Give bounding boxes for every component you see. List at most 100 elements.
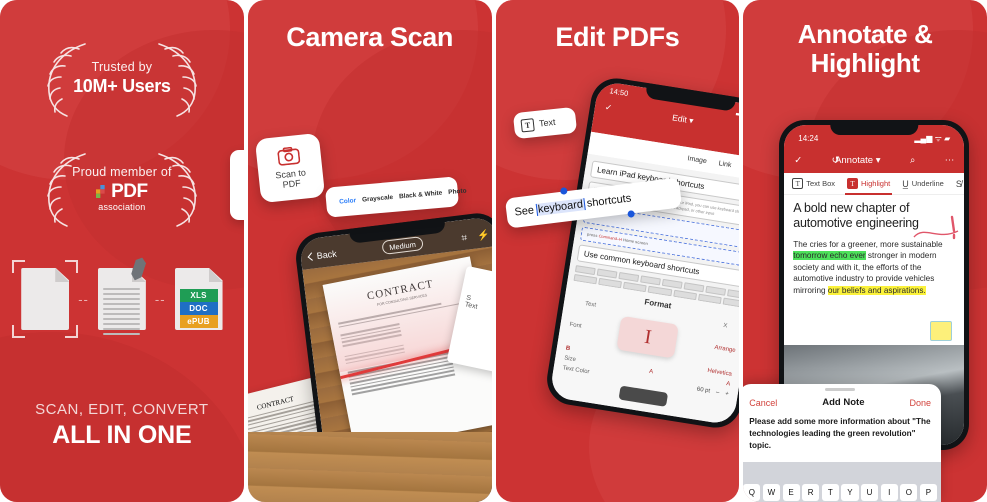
text-tool-label: Text: [538, 116, 556, 129]
scan-document-icon: [12, 260, 79, 338]
color-mode-photo[interactable]: Photo: [448, 187, 467, 196]
nav-title[interactable]: Annotate ▾: [835, 155, 880, 166]
tab-highlight[interactable]: T Highlight: [845, 178, 893, 195]
nav-title[interactable]: Edit ▾: [671, 112, 694, 126]
status-indicators: ▂▄▆ ᯤ ▰: [914, 133, 951, 143]
note-text-input[interactable]: Please add some more information about "…: [743, 408, 941, 452]
auto-crop-icon[interactable]: ⌗: [461, 232, 468, 244]
strikethrough-icon: S̸: [955, 178, 962, 189]
on-screen-keyboard: Q W E R T Y U I O P: [743, 462, 941, 502]
tab-underline-label: Underline: [911, 179, 944, 188]
bold-button[interactable]: B: [565, 346, 570, 353]
search-icon[interactable]: ⌕: [910, 155, 915, 166]
convert-formats-icon: XLS DOC ePUB: [174, 268, 223, 330]
format-badge-list: XLS DOC ePUB: [179, 289, 218, 328]
format-badge-epub: ePUB: [179, 315, 218, 328]
underline-icon: U̲: [902, 178, 909, 189]
key-p[interactable]: P: [919, 484, 937, 501]
selection-handle-start[interactable]: [559, 187, 568, 195]
italic-preview[interactable]: I: [616, 315, 679, 359]
tab-text-box[interactable]: T Text Box: [792, 178, 835, 189]
tool-link[interactable]: Link: [718, 160, 732, 169]
edit-document-icon: [97, 268, 146, 335]
size-plus-button[interactable]: +: [724, 391, 728, 397]
size-minus-button[interactable]: –: [715, 390, 719, 396]
done-button[interactable]: Done: [909, 398, 931, 408]
edit-chip-after: shortcuts: [585, 192, 632, 210]
key-t[interactable]: T: [821, 484, 839, 501]
flash-icon[interactable]: ⚡: [476, 229, 490, 241]
selection-handle-end[interactable]: [626, 210, 635, 218]
key-u[interactable]: U: [861, 484, 879, 501]
status-time: 14:24: [798, 133, 819, 143]
phone-screen: 14:50 ▂▄▆ ᯤ ▰ ✓ Edit ▾ ⌕ ⋯ Image Link Re…: [548, 80, 740, 426]
badge-big-label: 10M+ Users: [73, 75, 171, 96]
key-o[interactable]: O: [900, 484, 918, 501]
color-swatch[interactable]: [618, 385, 668, 407]
font-label: Font: [568, 321, 582, 330]
annotation-tool-tabs: T Text Box T Highlight U̲ Underline S̸ S…: [784, 173, 965, 195]
pdf-association-mark-icon: [96, 184, 105, 198]
press-key: Command–H: [597, 233, 622, 242]
text-box-icon: T: [792, 178, 804, 189]
font-value[interactable]: Helvetica: [706, 368, 731, 378]
scan-card-line2: PDF: [281, 177, 301, 190]
check-icon[interactable]: ✓: [604, 102, 613, 114]
app-store-screenshot-gallery: Trusted by 10M+ Users Proud member of PD…: [0, 0, 987, 502]
key-q[interactable]: Q: [743, 484, 761, 501]
annotated-document: A bold new chapter of automotive enginee…: [784, 195, 965, 345]
key-i[interactable]: I: [880, 484, 898, 501]
text-color-label: Text Color: [561, 365, 590, 376]
a-small-button[interactable]: A: [648, 369, 653, 376]
add-note-header: Cancel Add Note Done: [743, 391, 941, 408]
scan-to-pdf-card[interactable]: Scan to PDF: [254, 132, 325, 204]
color-mode-color[interactable]: Color: [339, 197, 357, 205]
add-note-sheet: Cancel Add Note Done Please add some mor…: [743, 384, 941, 502]
tab-strikethrough[interactable]: S̸ Str: [956, 179, 964, 189]
sticky-note-icon[interactable]: [930, 321, 953, 341]
panel-trusted-badges: Trusted by 10M+ Users Proud member of PD…: [0, 0, 244, 502]
tool-image[interactable]: Image: [687, 155, 707, 165]
back-button[interactable]: Back: [307, 249, 337, 262]
panel-title: Edit PDFs: [555, 22, 680, 52]
badge-group: Trusted by 10M+ Users Proud member of PD…: [0, 34, 244, 232]
panel-title: Camera Scan: [286, 22, 453, 52]
format-close-button[interactable]: X: [722, 323, 727, 330]
size-label: Size: [563, 355, 576, 364]
color-mode-black-white[interactable]: Black & White: [398, 189, 442, 200]
camera-icon: [277, 146, 300, 166]
key-w[interactable]: W: [762, 484, 780, 501]
color-mode-card[interactable]: Color Grayscale Black & White Photo: [324, 176, 467, 218]
cancel-button[interactable]: Cancel: [749, 398, 777, 408]
edit-chip-selection[interactable]: keyboard: [534, 198, 586, 217]
badge-small-label: Proud member of: [72, 164, 172, 179]
arrange-tab[interactable]: Arrange: [713, 345, 735, 354]
size-stepper[interactable]: 60 pt – +: [696, 387, 729, 398]
a-large-button[interactable]: A: [725, 381, 730, 388]
panel-annotate-highlight: Annotate & Highlight A bold new chapter …: [743, 0, 987, 502]
pdf-logo-subtext: association: [98, 201, 146, 212]
text-box-icon: T: [519, 117, 535, 132]
color-filter-icon: [332, 196, 334, 208]
tab-underline[interactable]: U̲ Underline: [902, 179, 944, 189]
color-mode-grayscale[interactable]: Grayscale: [362, 193, 394, 203]
format-badge-xls: XLS: [179, 289, 218, 302]
yellow-highlight[interactable]: our beliefs and aspirations.: [827, 286, 926, 296]
more-icon[interactable]: ⋯: [945, 155, 955, 166]
pdf-association-logo: PDF association: [52, 182, 192, 212]
key-e[interactable]: E: [782, 484, 800, 501]
edit-chip-before: See: [513, 204, 535, 219]
green-highlight[interactable]: tomorrow echo ever: [793, 251, 866, 261]
pdf-logo-text: PDF: [111, 180, 148, 202]
check-icon[interactable]: ✓: [794, 155, 802, 166]
panel-camera-scan: Camera Scan CONTRACT CONTRACT FOR CONSUL…: [247, 0, 492, 502]
panel-title-line2: Highlight: [810, 48, 920, 79]
key-r[interactable]: R: [802, 484, 820, 501]
key-y[interactable]: Y: [841, 484, 859, 501]
format-tab-text[interactable]: Text: [584, 301, 596, 309]
text-tool-chip[interactable]: T Text: [512, 106, 577, 140]
badge-small-label: Trusted by: [91, 59, 153, 74]
document-body: The cries for a greener, more sustainabl…: [793, 239, 955, 297]
panel1-footer: SCAN, EDIT, CONVERT ALL IN ONE: [0, 401, 244, 450]
press-tail: Home screen: [622, 237, 648, 247]
